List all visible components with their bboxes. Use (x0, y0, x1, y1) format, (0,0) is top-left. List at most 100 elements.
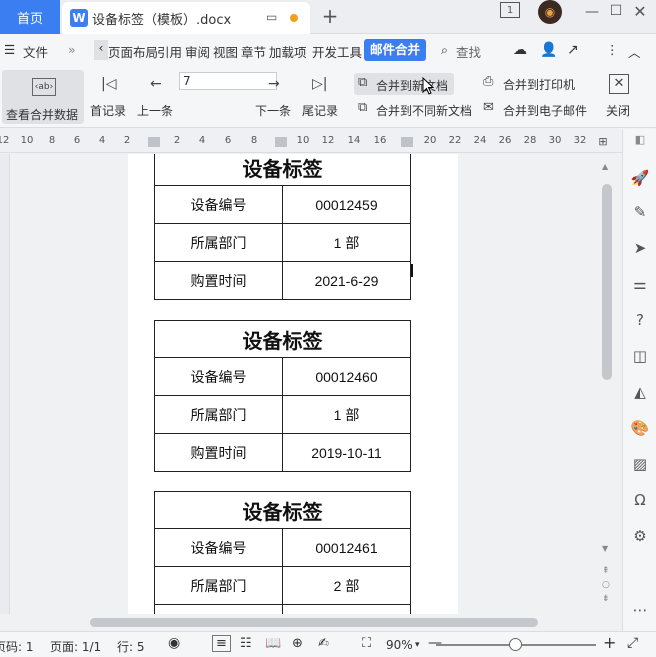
document-tab[interactable]: W 设备标签（模板）.docx ▭ (62, 2, 310, 34)
menu-page-layout[interactable]: 页面布局 (108, 42, 158, 61)
maximize-icon[interactable]: ☐ (608, 3, 624, 19)
merge-to-printer-button[interactable]: 合并到打印机 (503, 76, 575, 93)
merge-to-new-doc-button[interactable]: ⧉ 合并到新文档 (354, 73, 454, 95)
prev-record-button[interactable]: 上一条 (137, 102, 173, 119)
close-mail-merge-icon[interactable]: ✕ (609, 74, 629, 94)
field-value[interactable]: 2021-6-29 (282, 261, 411, 300)
field-value[interactable]: 2019-10-11 (282, 433, 411, 472)
zoom-in-icon[interactable]: + (603, 633, 616, 652)
pointer-icon[interactable]: ➤ (623, 239, 656, 257)
add-user-icon[interactable]: 👤 (540, 42, 557, 58)
symbol-omega-icon[interactable]: Ω (623, 491, 656, 509)
close-mail-merge-button[interactable]: 关闭 (606, 102, 630, 119)
scroll-down-icon[interactable]: ▼ (602, 544, 608, 553)
sidebar-collapse-icon[interactable]: ◧ (623, 133, 656, 146)
vertical-scrollbar[interactable]: ▲ ▼ ⇞ ○ ⇟ (598, 154, 622, 614)
menu-view[interactable]: 视图 (213, 42, 238, 61)
right-indent-marker[interactable] (401, 137, 413, 147)
select-browse-icon[interactable]: ○ (602, 580, 610, 590)
pen-icon[interactable]: ✎ (623, 203, 656, 221)
window-layout-icon[interactable]: 1 (500, 2, 520, 18)
next-page-icon[interactable]: ⇟ (602, 594, 610, 604)
rocket-icon[interactable]: 🚀 (623, 169, 656, 187)
more-tools-icon[interactable]: ⋯ (623, 601, 656, 619)
scroll-left-icon[interactable]: ‹ (94, 40, 108, 60)
share-icon[interactable]: ↗ (567, 42, 579, 58)
web-view-icon[interactable]: ⊕ (292, 636, 303, 651)
cloud-sync-icon[interactable]: ☁ (513, 42, 527, 58)
record-number-input[interactable]: 7 (179, 72, 277, 90)
next-record-button[interactable]: 下一条 (255, 102, 291, 119)
home-tab[interactable]: 首页 (0, 0, 60, 34)
new-tab-button[interactable]: + (318, 4, 342, 28)
field-value[interactable]: 00012461 (282, 528, 411, 567)
menu-section[interactable]: 章节 (241, 42, 266, 61)
writing-mode-icon[interactable]: ✍ (318, 636, 329, 651)
menu-references[interactable]: 引用 (157, 42, 182, 61)
palette-icon[interactable]: 🎨 (623, 419, 656, 437)
page-code-status[interactable]: 页码: 1 (0, 638, 34, 655)
reading-view-icon[interactable]: 📖 (265, 636, 281, 651)
scroll-up-icon[interactable]: ▲ (602, 162, 608, 171)
zoom-level[interactable]: 90% (386, 638, 413, 652)
more-options-icon[interactable]: ⋮ (606, 42, 619, 57)
eye-protection-icon[interactable]: ◉ (168, 635, 180, 651)
horizontal-ruler[interactable]: 12 10 8 6 4 2 2 4 6 8 10 12 14 16 20 22 … (0, 129, 622, 153)
next-record-icon[interactable]: → (268, 76, 280, 92)
email-icon[interactable]: ✉ (483, 100, 494, 115)
fill-icon[interactable]: ◭ (623, 383, 656, 401)
page-status[interactable]: 页面: 1/1 (50, 638, 101, 655)
field-value[interactable]: 1 部 (282, 395, 411, 434)
left-indent-marker[interactable] (148, 137, 160, 147)
vertical-scrollbar-thumb[interactable] (602, 184, 612, 380)
merge-to-email-button[interactable]: 合并到电子邮件 (503, 102, 587, 119)
menu-addins[interactable]: 加载项 (269, 42, 307, 61)
hamburger-icon[interactable]: ☰ (4, 42, 15, 57)
view-merged-data-button[interactable]: ‹ab› 查看合并数据 (2, 70, 84, 124)
zoom-out-icon[interactable]: — (428, 635, 442, 651)
field-value[interactable] (282, 604, 411, 614)
outline-view-icon[interactable]: ☷ (240, 636, 252, 651)
help-icon[interactable]: ? (623, 311, 656, 329)
more-left-icon[interactable]: » (68, 42, 76, 57)
close-window-icon[interactable]: ✕ (632, 2, 648, 21)
last-record-button[interactable]: 尾记录 (302, 102, 338, 119)
monitor-icon[interactable]: ▭ (266, 10, 277, 24)
zoom-slider-handle[interactable] (509, 638, 522, 651)
first-record-icon[interactable]: |◁ (101, 76, 116, 92)
tab-mail-merge[interactable]: 邮件合并 (364, 39, 427, 61)
image-icon[interactable]: ▨ (623, 455, 656, 473)
ruler-toggle-icon[interactable]: ⊞ (598, 135, 607, 148)
tab-stop-marker[interactable] (275, 137, 287, 147)
field-value[interactable]: 00012459 (282, 185, 411, 224)
search-icon[interactable]: ⌕ (441, 42, 448, 58)
field-value[interactable]: 2 部 (282, 566, 411, 605)
prev-record-icon[interactable]: ← (150, 76, 162, 92)
document-page[interactable]: 设备标签 设备编号 00012459 所属部门 1 部 购置时间 2021-6-… (128, 154, 458, 614)
last-record-icon[interactable]: ▷| (312, 76, 327, 92)
horizontal-scrollbar[interactable] (10, 614, 622, 631)
plugin-icon[interactable]: ⚙ (623, 527, 656, 545)
first-record-button[interactable]: 首记录 (90, 102, 126, 119)
menu-review[interactable]: 审阅 (185, 42, 210, 61)
document-canvas[interactable]: 设备标签 设备编号 00012459 所属部门 1 部 购置时间 2021-6-… (10, 154, 598, 614)
file-menu[interactable]: 文件 (23, 42, 48, 61)
horizontal-scrollbar-thumb[interactable] (90, 618, 538, 627)
row-status[interactable]: 行: 5 (117, 638, 145, 655)
prev-page-icon[interactable]: ⇞ (602, 566, 610, 576)
collapse-ribbon-icon[interactable]: ︿ (628, 42, 641, 61)
sliders-icon[interactable]: ⚌ (623, 275, 656, 293)
minimize-icon[interactable]: — (584, 4, 600, 20)
zoom-dropdown-icon[interactable]: ▾ (415, 640, 420, 650)
shapes-icon[interactable]: ◫ (623, 347, 656, 365)
diff-doc-icon[interactable]: ⧉ (358, 100, 367, 115)
fullscreen-icon[interactable]: ⤢ (627, 635, 638, 651)
field-value[interactable]: 00012460 (282, 357, 411, 396)
search-box[interactable]: 查找 (456, 42, 481, 61)
field-value[interactable]: 1 部 (282, 223, 411, 262)
menu-developer[interactable]: 开发工具 (312, 42, 362, 61)
printer-icon[interactable]: ⎙ (483, 74, 493, 89)
avatar[interactable]: ◉ (538, 0, 562, 24)
page-view-icon[interactable]: ≡ (212, 635, 231, 652)
fit-page-icon[interactable]: ⛶ (362, 636, 371, 651)
